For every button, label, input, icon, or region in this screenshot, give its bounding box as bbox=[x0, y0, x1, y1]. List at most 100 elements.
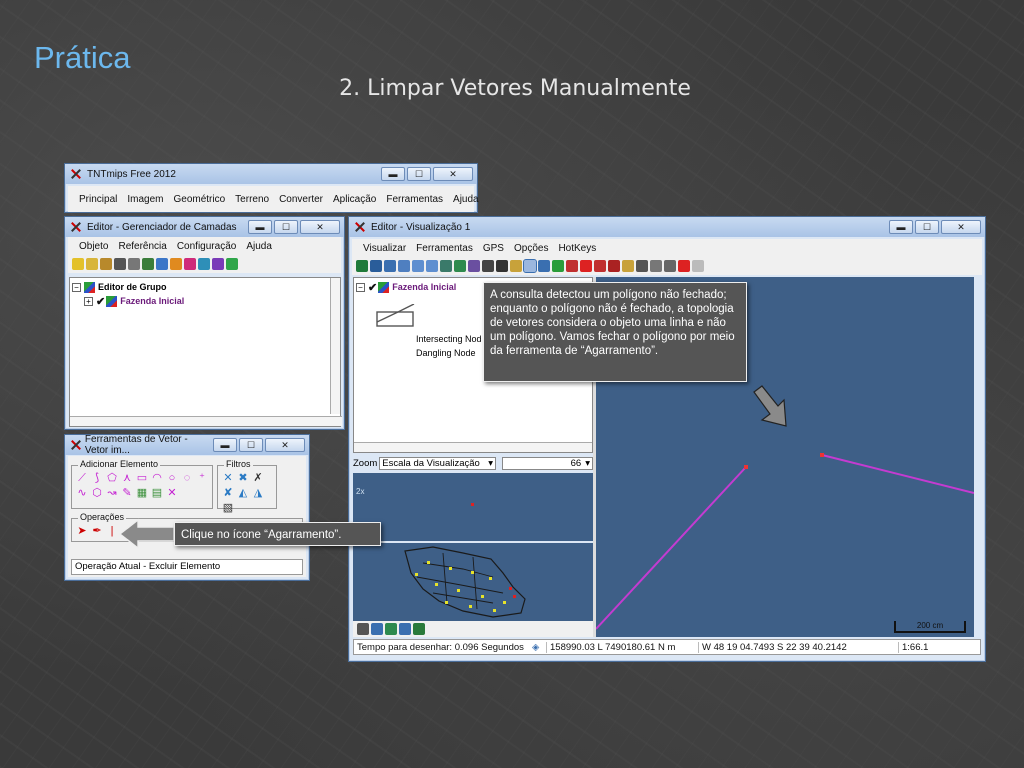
menu-ajuda[interactable]: Ajuda bbox=[448, 194, 484, 205]
collapse-icon[interactable]: − bbox=[356, 282, 365, 292]
filter-dangle-icon[interactable]: ✗ bbox=[252, 472, 264, 484]
filter-area-icon[interactable]: ◭ bbox=[237, 487, 249, 499]
maximize-button[interactable]: ☐ bbox=[407, 167, 431, 181]
redraw-icon[interactable] bbox=[454, 260, 466, 272]
query-icon[interactable] bbox=[566, 260, 578, 272]
close-button[interactable]: ✕ bbox=[265, 438, 305, 452]
new-cad-icon[interactable] bbox=[170, 258, 182, 270]
select-arrow-icon[interactable]: ➤ bbox=[76, 525, 88, 537]
add-arc-icon[interactable]: ◠ bbox=[151, 472, 163, 484]
open-folder-icon[interactable] bbox=[100, 258, 112, 270]
minimize-button[interactable]: ▬ bbox=[248, 220, 272, 234]
menu-referencia[interactable]: Referência bbox=[113, 241, 171, 252]
add-point-icon[interactable]: ⁺ bbox=[196, 472, 208, 484]
view-titlebar[interactable]: Editor - Visualização 1 ▬ ☐ ✕ bbox=[349, 217, 985, 237]
horizontal-scrollbar[interactable] bbox=[70, 416, 342, 426]
binoculars-icon[interactable] bbox=[496, 260, 508, 272]
pan-icon[interactable] bbox=[384, 260, 396, 272]
add-node-icon[interactable]: ⋏ bbox=[121, 472, 133, 484]
snap-tool-icon[interactable]: ✒ bbox=[91, 525, 103, 537]
main-window-titlebar[interactable]: TNTmips Free 2012 ▬ ☐ ✕ bbox=[65, 164, 477, 184]
menu-objeto[interactable]: Objeto bbox=[74, 241, 113, 252]
split-line-icon[interactable]: | bbox=[106, 525, 118, 537]
menu-converter[interactable]: Converter bbox=[274, 194, 328, 205]
menu-imagem[interactable]: Imagem bbox=[122, 194, 168, 205]
print-icon[interactable] bbox=[128, 258, 140, 270]
cut-icon[interactable] bbox=[636, 260, 648, 272]
expand-icon[interactable]: + bbox=[84, 296, 93, 306]
horizontal-scrollbar[interactable] bbox=[354, 442, 592, 452]
minimize-button[interactable]: ▬ bbox=[381, 167, 405, 181]
add-ellipse-icon[interactable]: ◌ bbox=[181, 472, 193, 484]
menu-configuracao[interactable]: Configuração bbox=[172, 241, 241, 252]
zoom-box-icon[interactable] bbox=[440, 260, 452, 272]
filter-topo-icon[interactable]: ▧ bbox=[222, 502, 234, 514]
zoom-in-icon[interactable] bbox=[371, 623, 383, 635]
menu-visualizar[interactable]: Visualizar bbox=[358, 243, 411, 254]
new-grid-icon[interactable] bbox=[226, 258, 238, 270]
zoom-value-field[interactable]: 66 ▾ bbox=[502, 456, 593, 470]
map-icon[interactable] bbox=[413, 623, 425, 635]
stop-icon[interactable] bbox=[580, 260, 592, 272]
menu-principal[interactable]: Principal bbox=[74, 194, 122, 205]
new-shape-icon[interactable] bbox=[212, 258, 224, 270]
gps-icon[interactable] bbox=[482, 260, 494, 272]
tree-row-group[interactable]: − Editor de Grupo bbox=[72, 280, 340, 294]
edit-icon[interactable] bbox=[622, 260, 634, 272]
new-db-icon[interactable] bbox=[198, 258, 210, 270]
sketch-icon[interactable] bbox=[552, 260, 564, 272]
add-spline-icon[interactable]: ↝ bbox=[106, 487, 118, 499]
layer-manager-icon[interactable] bbox=[356, 260, 368, 272]
minimize-button[interactable]: ▬ bbox=[213, 438, 237, 452]
locator-map[interactable] bbox=[353, 543, 593, 621]
menu-ferramentas[interactable]: Ferramentas bbox=[411, 243, 478, 254]
collapse-icon[interactable]: − bbox=[72, 282, 81, 292]
add-symbol-icon[interactable]: ✕ bbox=[166, 487, 178, 499]
filter-poly-icon[interactable]: ✘ bbox=[222, 487, 234, 499]
close-button[interactable]: ✕ bbox=[300, 220, 340, 234]
vertical-scrollbar[interactable] bbox=[330, 278, 340, 414]
add-polygon-icon[interactable]: ⬠ bbox=[106, 472, 118, 484]
menu-opcoes[interactable]: Opções bbox=[509, 243, 553, 254]
add-layer-icon[interactable] bbox=[72, 258, 84, 270]
add-hexagon-icon[interactable]: ⬡ bbox=[91, 487, 103, 499]
add-line-icon[interactable]: ⟋ bbox=[76, 472, 88, 484]
measure-icon[interactable] bbox=[538, 260, 550, 272]
add-curve-icon[interactable]: ∿ bbox=[76, 487, 88, 499]
checkmark-icon[interactable]: ✔ bbox=[368, 281, 377, 294]
maximize-button[interactable]: ☐ bbox=[915, 220, 939, 234]
add-polyline-icon[interactable]: ⟆ bbox=[91, 472, 103, 484]
save-icon[interactable] bbox=[114, 258, 126, 270]
minimize-button[interactable]: ▬ bbox=[889, 220, 913, 234]
layer-manager-titlebar[interactable]: Editor - Gerenciador de Camadas ▬ ☐ ✕ bbox=[65, 217, 344, 237]
menu-ferramentas[interactable]: Ferramentas bbox=[381, 194, 448, 205]
redo-icon[interactable] bbox=[692, 260, 704, 272]
close-button[interactable]: ✕ bbox=[433, 167, 473, 181]
new-tin-icon[interactable] bbox=[184, 258, 196, 270]
layer-controls-icon[interactable] bbox=[468, 260, 480, 272]
zoom-1x-icon[interactable] bbox=[398, 260, 410, 272]
add-raster-icon[interactable] bbox=[86, 258, 98, 270]
add-grid-icon[interactable]: ▦ bbox=[136, 487, 148, 499]
legend-icon[interactable] bbox=[357, 623, 369, 635]
menu-ajuda[interactable]: Ajuda bbox=[241, 241, 277, 252]
zoom-select[interactable]: Escala da Visualização ▾ bbox=[379, 456, 497, 470]
filter-node-icon[interactable]: ✖ bbox=[237, 472, 249, 484]
maximize-button[interactable]: ☐ bbox=[239, 438, 263, 452]
full-view-icon[interactable] bbox=[370, 260, 382, 272]
add-circle-icon[interactable]: ○ bbox=[166, 472, 178, 484]
copy-icon[interactable] bbox=[650, 260, 662, 272]
menu-aplicacao[interactable]: Aplicação bbox=[328, 194, 381, 205]
zoom-out-icon[interactable] bbox=[385, 623, 397, 635]
zoom-in-icon[interactable] bbox=[412, 260, 424, 272]
search-icon[interactable] bbox=[594, 260, 606, 272]
menu-terreno[interactable]: Terreno bbox=[230, 194, 274, 205]
vector-tools-titlebar[interactable]: Ferramentas de Vetor - Vetor im... ▬ ☐ ✕ bbox=[65, 434, 309, 456]
pointer-icon[interactable] bbox=[608, 260, 620, 272]
search-icon[interactable] bbox=[399, 623, 411, 635]
new-raster-icon[interactable] bbox=[156, 258, 168, 270]
menu-hotkeys[interactable]: HotKeys bbox=[553, 243, 601, 254]
zoom-out-icon[interactable] bbox=[426, 260, 438, 272]
maximize-button[interactable]: ☐ bbox=[274, 220, 298, 234]
checkmark-icon[interactable]: ✔ bbox=[96, 295, 105, 308]
